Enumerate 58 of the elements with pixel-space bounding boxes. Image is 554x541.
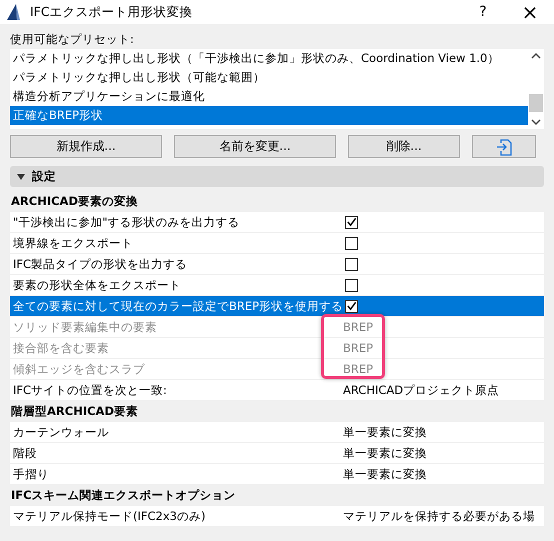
setting-value[interactable]: マテリアルを保持する必要がある場 xyxy=(343,508,535,524)
preset-item[interactable]: パラメトリックな押し出し形状（「干渉検出に参加」形状のみ、Coordination View 1.0） xyxy=(10,49,528,68)
setting-value[interactable]: 単一要素に変換 xyxy=(343,466,427,482)
app-logo-icon xyxy=(5,3,21,21)
setting-value[interactable]: 単一要素に変換 xyxy=(343,424,427,440)
setting-label: 接合部を含む要素 xyxy=(13,340,110,356)
setting-row[interactable]: IFC製品タイプの形状を出力する xyxy=(10,254,544,274)
checkbox[interactable] xyxy=(345,236,358,250)
setting-label: "干渉検出に参加"する形状のみを出力する xyxy=(13,214,241,230)
setting-label: IFC製品タイプの形状を出力する xyxy=(13,256,188,272)
section-title: 設定 xyxy=(32,169,56,184)
help-button[interactable]: ? xyxy=(460,0,506,24)
setting-row[interactable]: 階段 単一要素に変換 xyxy=(10,443,544,463)
setting-row[interactable]: カーテンウォール 単一要素に変換 xyxy=(10,422,544,442)
setting-label: カーテンウォール xyxy=(13,424,110,440)
setting-row[interactable]: 境界線をエクスポート xyxy=(10,233,544,253)
setting-row[interactable]: 手摺り 単一要素に変換 xyxy=(10,464,544,484)
window-title: IFCエクスポート用形状変換 xyxy=(30,4,194,20)
checkbox[interactable] xyxy=(345,258,358,270)
setting-row[interactable]: マテリアル保持モード(IFC2x3のみ) マテリアルを保持する必要がある場 xyxy=(10,506,544,526)
presets-label: 使用可能なプリセット: xyxy=(10,31,135,48)
rename-button[interactable]: 名前を変更... xyxy=(174,135,336,158)
close-button[interactable]: × xyxy=(506,0,554,24)
scroll-down-icon xyxy=(531,118,541,126)
check-icon xyxy=(346,216,357,228)
checkbox[interactable] xyxy=(345,300,358,312)
new-button[interactable]: 新規作成... xyxy=(10,135,162,158)
preset-item[interactable]: パラメトリックな押し出し形状（可能な範囲） xyxy=(10,68,528,87)
group-heading: IFCスキーム関連エクスポートオプション xyxy=(10,487,237,504)
setting-value[interactable]: ARCHICADプロジェクト原点 xyxy=(343,382,500,398)
check-icon xyxy=(346,300,357,312)
setting-row[interactable]: 全ての要素に対して現在のカラー設定でBREP形状を使用する xyxy=(10,296,544,316)
triangle-icon xyxy=(16,172,26,180)
checkbox[interactable] xyxy=(345,216,358,228)
preset-item[interactable]: 正確なBREP形状 xyxy=(10,106,528,125)
setting-label: 手摺り xyxy=(13,466,50,482)
setting-label: 要素の形状全体をエクスポート xyxy=(13,278,182,292)
setting-value[interactable]: 単一要素に変換 xyxy=(343,446,427,460)
scroll-thumb[interactable] xyxy=(529,94,543,112)
setting-label: マテリアル保持モード(IFC2x3のみ) xyxy=(13,508,206,524)
checkbox[interactable] xyxy=(345,278,358,292)
scroll-up-icon xyxy=(531,52,541,60)
setting-row[interactable]: 要素の形状全体をエクスポート xyxy=(10,275,544,295)
setting-label: 全ての要素に対して現在のカラー設定でBREP形状を使用する xyxy=(13,298,343,314)
setting-row[interactable]: "干渉検出に参加"する形状のみを出力する xyxy=(10,212,544,232)
setting-row[interactable]: IFCサイトの位置を次と一致: ARCHICADプロジェクト原点 xyxy=(10,380,544,400)
delete-button[interactable]: 削除... xyxy=(348,135,460,158)
group-heading: 階層型ARCHICAD要素 xyxy=(10,403,139,420)
file-arrow-icon xyxy=(496,138,512,156)
setting-label: 境界線をエクスポート xyxy=(13,236,134,250)
group-heading: ARCHICAD要素の変換 xyxy=(10,193,139,210)
setting-label: IFCサイトの位置を次と一致: xyxy=(13,382,168,398)
setting-label: ソリッド要素編集中の要素 xyxy=(13,320,158,334)
import-button[interactable] xyxy=(472,135,536,158)
setting-label: 傾斜エッジを含むスラブ xyxy=(13,362,146,376)
setting-label: 階段 xyxy=(13,446,38,460)
section-header[interactable]: 設定 xyxy=(10,166,544,187)
preset-item[interactable]: 構造分析アプリケーションに最適化 xyxy=(10,87,528,106)
